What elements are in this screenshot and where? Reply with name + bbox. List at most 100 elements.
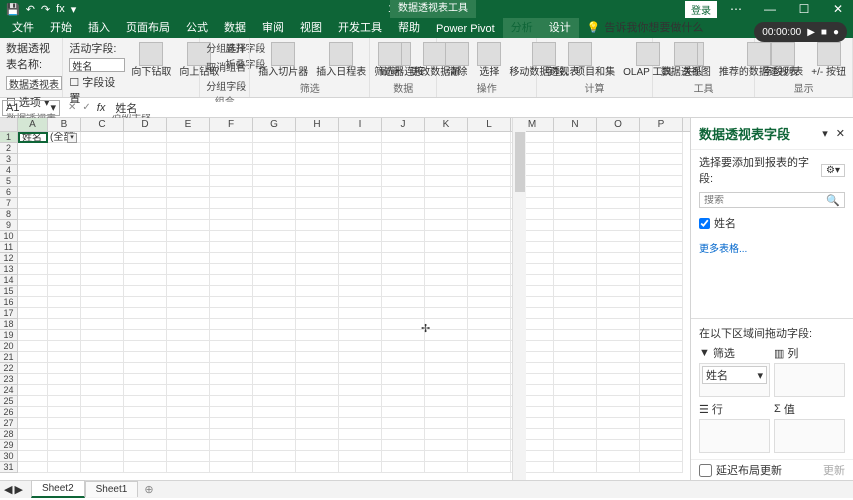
- row-20[interactable]: 20: [0, 341, 18, 352]
- cell[interactable]: [124, 297, 167, 308]
- cell[interactable]: [48, 220, 81, 231]
- cell[interactable]: [124, 220, 167, 231]
- cell[interactable]: [382, 220, 425, 231]
- cell[interactable]: [167, 330, 210, 341]
- cell[interactable]: [18, 264, 48, 275]
- cell[interactable]: [210, 363, 253, 374]
- cell[interactable]: [640, 429, 683, 440]
- row-6[interactable]: 6: [0, 187, 18, 198]
- cell[interactable]: [468, 242, 511, 253]
- formula-bar[interactable]: [111, 102, 411, 114]
- more-tables-link[interactable]: 更多表格...: [699, 240, 845, 255]
- name-box[interactable]: A1▾: [2, 100, 60, 116]
- cell[interactable]: [167, 198, 210, 209]
- cell[interactable]: [339, 242, 382, 253]
- login-button[interactable]: 登录: [685, 1, 717, 18]
- cell[interactable]: [124, 440, 167, 451]
- cell[interactable]: [124, 341, 167, 352]
- cell[interactable]: [81, 275, 124, 286]
- fx-icon[interactable]: fx: [56, 3, 65, 15]
- cell[interactable]: [382, 374, 425, 385]
- cell[interactable]: [382, 198, 425, 209]
- cell[interactable]: [382, 451, 425, 462]
- cell[interactable]: [554, 308, 597, 319]
- cell[interactable]: [382, 132, 425, 143]
- cell[interactable]: [425, 132, 468, 143]
- cell[interactable]: [81, 297, 124, 308]
- cell[interactable]: [640, 407, 683, 418]
- pvt-name-input[interactable]: [6, 76, 62, 90]
- cell[interactable]: [81, 242, 124, 253]
- cell[interactable]: [425, 286, 468, 297]
- cell[interactable]: [339, 275, 382, 286]
- cell[interactable]: [468, 220, 511, 231]
- cell[interactable]: [210, 352, 253, 363]
- cell[interactable]: [124, 231, 167, 242]
- cell[interactable]: [425, 275, 468, 286]
- cell[interactable]: [339, 451, 382, 462]
- cell[interactable]: [468, 319, 511, 330]
- cell[interactable]: [554, 407, 597, 418]
- cell[interactable]: [210, 132, 253, 143]
- row-13[interactable]: 13: [0, 264, 18, 275]
- cell[interactable]: [18, 242, 48, 253]
- cell[interactable]: [167, 374, 210, 385]
- cell[interactable]: [81, 187, 124, 198]
- cell[interactable]: [48, 275, 81, 286]
- cell[interactable]: [339, 154, 382, 165]
- row-9[interactable]: 9: [0, 220, 18, 231]
- cell[interactable]: [253, 440, 296, 451]
- cell[interactable]: [48, 154, 81, 165]
- cell[interactable]: [640, 242, 683, 253]
- cell[interactable]: [382, 396, 425, 407]
- cell[interactable]: [124, 418, 167, 429]
- redo-icon[interactable]: ↷: [41, 3, 50, 16]
- ungroup[interactable]: 取消组合: [206, 59, 246, 74]
- cell[interactable]: [554, 220, 597, 231]
- cell[interactable]: [296, 198, 339, 209]
- cell[interactable]: [48, 297, 81, 308]
- cell[interactable]: [554, 440, 597, 451]
- cell[interactable]: [124, 253, 167, 264]
- cell[interactable]: [296, 363, 339, 374]
- cell[interactable]: [468, 286, 511, 297]
- cell[interactable]: [468, 429, 511, 440]
- cell[interactable]: [48, 209, 81, 220]
- sheet-tab-sheet2[interactable]: Sheet2: [31, 480, 85, 498]
- cell[interactable]: [124, 286, 167, 297]
- cell[interactable]: [382, 286, 425, 297]
- tab-data[interactable]: 数据: [216, 16, 254, 38]
- row-10[interactable]: 10: [0, 231, 18, 242]
- cell[interactable]: [48, 198, 81, 209]
- cell[interactable]: [554, 451, 597, 462]
- cell[interactable]: [554, 176, 597, 187]
- insert-slicer-button[interactable]: 插入切片器: [256, 40, 310, 80]
- refresh-button[interactable]: 刷新: [376, 40, 404, 80]
- cell[interactable]: [597, 385, 640, 396]
- cell[interactable]: [640, 308, 683, 319]
- cell[interactable]: [253, 297, 296, 308]
- tab-design[interactable]: 设计: [541, 16, 579, 38]
- drill-down-button[interactable]: 向下钻取: [129, 40, 173, 80]
- cell[interactable]: [81, 418, 124, 429]
- cell[interactable]: [597, 297, 640, 308]
- cell[interactable]: [253, 363, 296, 374]
- cell[interactable]: [81, 154, 124, 165]
- cell[interactable]: [597, 407, 640, 418]
- cell[interactable]: [48, 231, 81, 242]
- cell[interactable]: [296, 154, 339, 165]
- cell[interactable]: [81, 253, 124, 264]
- cell[interactable]: [339, 176, 382, 187]
- chevron-down-icon[interactable]: ▾: [50, 101, 56, 114]
- cell[interactable]: [253, 242, 296, 253]
- cell[interactable]: [468, 143, 511, 154]
- cell[interactable]: 姓名: [18, 132, 48, 143]
- cell[interactable]: [167, 132, 210, 143]
- cell[interactable]: [339, 429, 382, 440]
- cell[interactable]: [124, 396, 167, 407]
- cell[interactable]: [382, 319, 425, 330]
- filter-chip-name[interactable]: 姓名▾: [702, 366, 767, 384]
- cell[interactable]: [640, 176, 683, 187]
- recorder-widget[interactable]: 00:00:00 ▶ ■ ●: [754, 22, 847, 42]
- cell[interactable]: [468, 418, 511, 429]
